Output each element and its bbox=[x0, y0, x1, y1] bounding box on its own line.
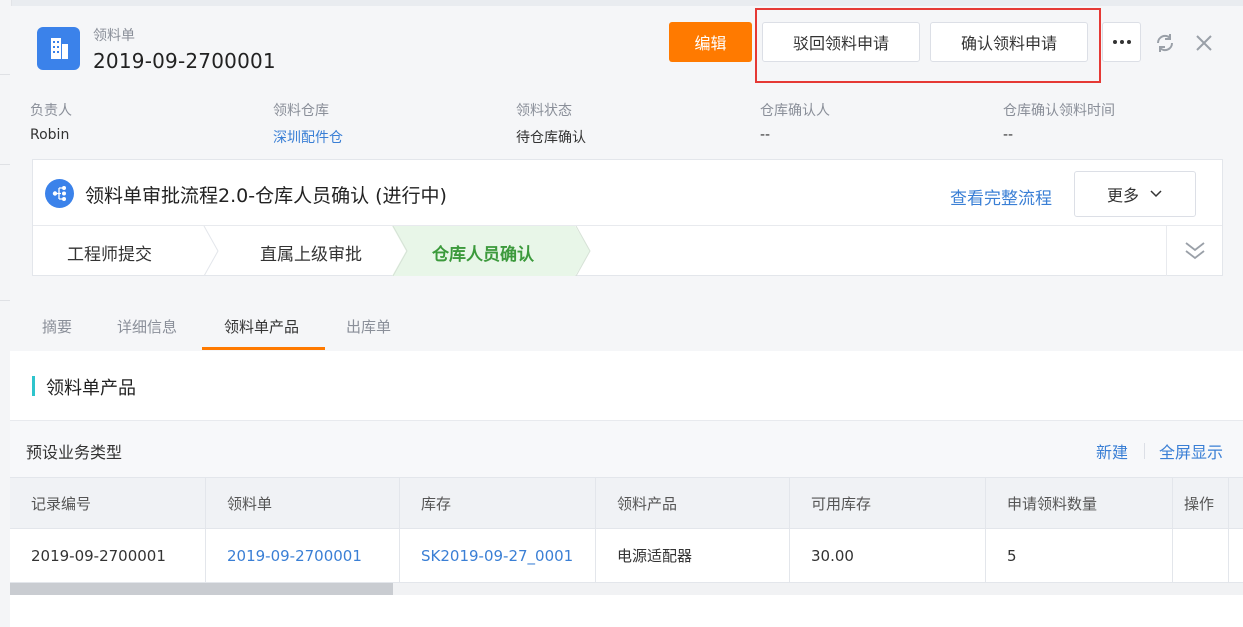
section-accent-bar bbox=[32, 376, 35, 396]
active-tab-indicator bbox=[202, 347, 325, 350]
tab-details[interactable]: 详细信息 bbox=[117, 316, 177, 337]
process-step: 直属上级审批 bbox=[260, 245, 362, 265]
column-header[interactable]: 领料产品 bbox=[596, 478, 790, 528]
table-header: 记录编号 领料单 库存 领料产品 可用库存 申请领料数量 操作 bbox=[10, 477, 1243, 529]
requisition-link[interactable]: 2019-09-2700001 bbox=[206, 529, 400, 582]
field-warehouse: 领料仓库 深圳配件仓 bbox=[273, 100, 343, 147]
step-separator bbox=[392, 226, 408, 276]
table-cell: 5 bbox=[986, 529, 1173, 582]
scrollbar-thumb[interactable] bbox=[10, 583, 393, 595]
refresh-icon[interactable] bbox=[1154, 32, 1176, 54]
stock-link[interactable]: SK2019-09-27_0001 bbox=[400, 529, 596, 582]
highlight-box bbox=[755, 8, 1101, 83]
edit-button[interactable]: 编辑 bbox=[669, 22, 752, 62]
process-steps: 工程师提交 直属上级审批 仓库人员确认 bbox=[33, 226, 1222, 276]
process-more-label: 更多 bbox=[1106, 186, 1139, 205]
table-cell: 电源适配器 bbox=[596, 529, 790, 582]
table-cell: 30.00 bbox=[790, 529, 986, 582]
view-full-process-link[interactable]: 查看完整流程 bbox=[950, 184, 1052, 209]
record-header: 领料单 2019-09-2700001 编辑 驳回领料申请 确认领料申请 负责人… bbox=[10, 6, 1243, 300]
more-actions-button[interactable] bbox=[1102, 22, 1141, 62]
column-header[interactable]: 领料单 bbox=[206, 478, 400, 528]
tab-requisition-products[interactable]: 领料单产品 bbox=[224, 316, 299, 337]
table-cell-actions bbox=[1173, 529, 1229, 582]
field-label: 仓库确认人 bbox=[760, 103, 830, 119]
field-value: Robin bbox=[30, 127, 70, 143]
tab-summary[interactable]: 摘要 bbox=[42, 316, 72, 337]
double-chevron-down-icon bbox=[1185, 242, 1205, 260]
step-separator bbox=[203, 226, 219, 276]
record-detail-drawer: 领料单 2019-09-2700001 编辑 驳回领料申请 确认领料申请 负责人… bbox=[10, 6, 1243, 627]
record-number: 2019-09-2700001 bbox=[93, 49, 276, 73]
horizontal-scrollbar[interactable] bbox=[10, 583, 1243, 595]
ellipsis-icon bbox=[1112, 40, 1131, 44]
building-icon bbox=[37, 27, 80, 70]
field-label: 领料仓库 bbox=[273, 103, 329, 119]
column-header[interactable]: 申请领料数量 bbox=[986, 478, 1173, 528]
table-cell: 2019-09-2700001 bbox=[10, 529, 206, 582]
table-toolbar: 预设业务类型 新建 全屏显示 bbox=[10, 421, 1243, 477]
field-status: 领料状态 待仓库确认 bbox=[516, 100, 586, 147]
table-row[interactable]: 2019-09-2700001 2019-09-2700001 SK2019-0… bbox=[10, 529, 1243, 583]
field-value: 待仓库确认 bbox=[516, 130, 586, 146]
process-more-button[interactable]: 更多 bbox=[1074, 171, 1196, 217]
tab-outbound-orders[interactable]: 出库单 bbox=[346, 316, 391, 337]
column-header[interactable]: 记录编号 bbox=[10, 478, 206, 528]
approval-process-card: 领料单审批流程2.0-仓库人员确认 (进行中) 查看完整流程 更多 工程师提交 … bbox=[32, 159, 1223, 276]
field-confirmer: 仓库确认人 -- bbox=[760, 100, 830, 143]
process-title: 领料单审批流程2.0-仓库人员确认 (进行中) bbox=[85, 185, 447, 207]
close-icon[interactable] bbox=[1193, 32, 1215, 54]
toolbar-separator bbox=[1144, 443, 1145, 459]
process-step-active: 仓库人员确认 bbox=[432, 245, 534, 265]
fullscreen-link[interactable]: 全屏显示 bbox=[1159, 439, 1223, 463]
field-value: -- bbox=[1003, 127, 1014, 143]
process-step: 工程师提交 bbox=[67, 245, 152, 265]
field-confirm-time: 仓库确认领料时间 -- bbox=[1003, 100, 1115, 143]
column-header: 操作 bbox=[1173, 478, 1229, 528]
field-value: -- bbox=[760, 127, 771, 143]
expand-steps-button[interactable] bbox=[1166, 226, 1222, 276]
step-separator bbox=[575, 226, 591, 276]
field-label: 负责人 bbox=[30, 103, 72, 119]
business-type-label: 预设业务类型 bbox=[26, 443, 123, 462]
field-label: 领料状态 bbox=[516, 103, 572, 119]
workflow-icon bbox=[45, 179, 74, 208]
field-owner: 负责人 Robin bbox=[30, 100, 72, 143]
section-title: 领料单产品 bbox=[46, 378, 136, 399]
field-label: 仓库确认领料时间 bbox=[1003, 103, 1115, 119]
detail-tabs: 摘要 详细信息 领料单产品 出库单 bbox=[10, 300, 1243, 351]
warehouse-link[interactable]: 深圳配件仓 bbox=[273, 127, 343, 147]
record-type-label: 领料单 bbox=[93, 28, 135, 44]
new-record-link[interactable]: 新建 bbox=[1096, 439, 1128, 463]
chevron-down-icon bbox=[1150, 190, 1162, 198]
column-header[interactable]: 可用库存 bbox=[790, 478, 986, 528]
column-header[interactable]: 库存 bbox=[400, 478, 596, 528]
